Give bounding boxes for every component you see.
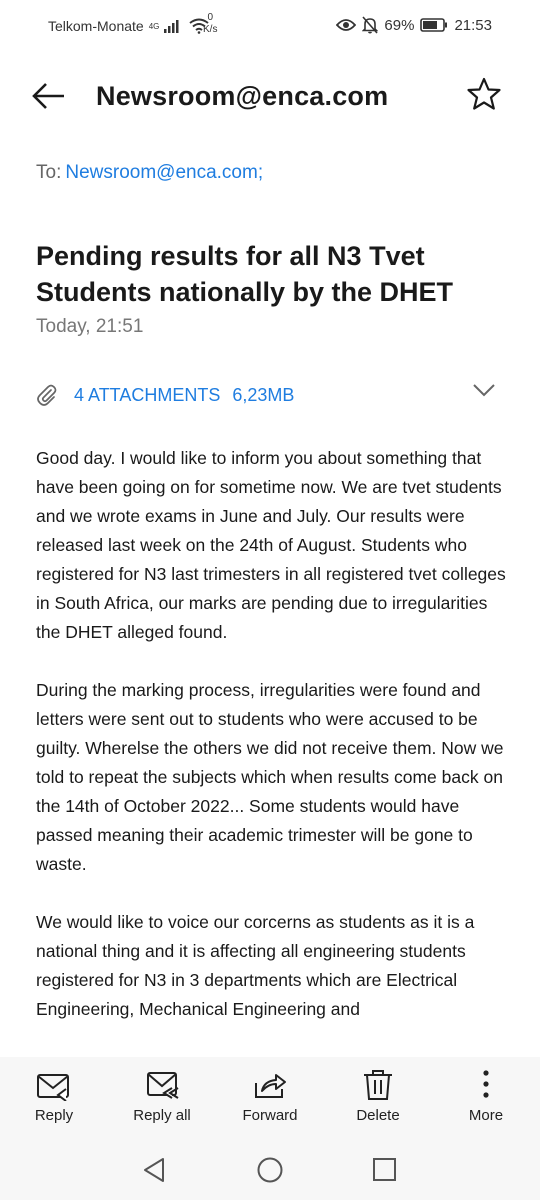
- battery-icon: [420, 18, 448, 32]
- app-bar: Newsroom@enca.com: [0, 62, 540, 130]
- star-icon: [467, 77, 501, 110]
- reply-all-icon: [147, 1072, 179, 1099]
- reply-icon: [37, 1074, 69, 1101]
- body-paragraph: Good day. I would like to inform you abo…: [36, 448, 506, 642]
- forward-label: Forward: [242, 1107, 298, 1124]
- bell-off-icon: [362, 16, 379, 34]
- nav-back-button[interactable]: [140, 1155, 170, 1185]
- square-recents-icon: [373, 1158, 396, 1181]
- attachments-count: 4 ATTACHMENTS: [74, 384, 221, 405]
- status-right: 69% 21:53: [336, 16, 492, 34]
- trash-icon: [364, 1070, 392, 1100]
- nav-home-button[interactable]: [255, 1155, 285, 1185]
- clock: 21:53: [454, 16, 492, 34]
- circle-home-icon: [257, 1157, 283, 1183]
- nav-recents-button[interactable]: [370, 1155, 400, 1185]
- status-bar: Telkom-Monate 4G 0 K/s 69% 21:53: [0, 0, 540, 52]
- speed-value: 0: [207, 12, 213, 23]
- back-button[interactable]: [28, 76, 72, 116]
- attachments-row[interactable]: 4 ATTACHMENTS 6,23MB: [36, 380, 506, 410]
- reply-button[interactable]: Reply: [4, 1069, 104, 1124]
- eye-icon: [336, 19, 357, 31]
- delete-label: Delete: [356, 1107, 400, 1124]
- more-label: More: [468, 1107, 504, 1124]
- more-vertical-icon: [483, 1070, 489, 1098]
- recipient-address[interactable]: Newsroom@enca.com;: [65, 162, 263, 183]
- forward-button[interactable]: Forward: [220, 1069, 320, 1124]
- signal-icon: [164, 20, 179, 33]
- paperclip-icon: [37, 384, 57, 406]
- recipient-line: To: Newsroom@enca.com;: [36, 162, 263, 184]
- body-paragraph: We would like to voice our corcerns as s…: [36, 912, 475, 1019]
- reply-all-button[interactable]: Reply all: [112, 1069, 212, 1124]
- battery-percent: 69%: [384, 16, 415, 34]
- attachments-size: 6,23MB: [232, 384, 295, 405]
- system-nav-bar: [0, 1137, 540, 1200]
- reply-all-label: Reply all: [133, 1107, 191, 1124]
- star-button[interactable]: [466, 76, 506, 116]
- to-label: To:: [36, 162, 62, 183]
- reply-label: Reply: [34, 1107, 74, 1124]
- more-button[interactable]: More: [436, 1069, 536, 1124]
- network-speed: 0 K/s: [203, 12, 217, 36]
- email-date: Today, 21:51: [36, 316, 144, 337]
- sender-title: Newsroom@enca.com: [96, 81, 389, 111]
- body-paragraph: During the marking process, irregulariti…: [36, 680, 504, 874]
- network-type: 4G: [148, 21, 160, 31]
- email-subject: Pending results for all N3 Tvet Students…: [36, 241, 454, 307]
- arrow-left-icon: [32, 83, 64, 109]
- email-body: Good day. I would like to inform you abo…: [36, 444, 508, 1053]
- chevron-down-icon[interactable]: [472, 382, 496, 398]
- action-bar: Reply Reply all Forward Delete More: [0, 1057, 540, 1137]
- delete-button[interactable]: Delete: [328, 1069, 428, 1124]
- status-left: Telkom-Monate 4G: [48, 18, 209, 34]
- triangle-back-icon: [144, 1158, 164, 1182]
- carrier-name: Telkom-Monate: [48, 18, 144, 34]
- forward-icon: [255, 1074, 286, 1098]
- speed-unit: K/s: [203, 24, 218, 35]
